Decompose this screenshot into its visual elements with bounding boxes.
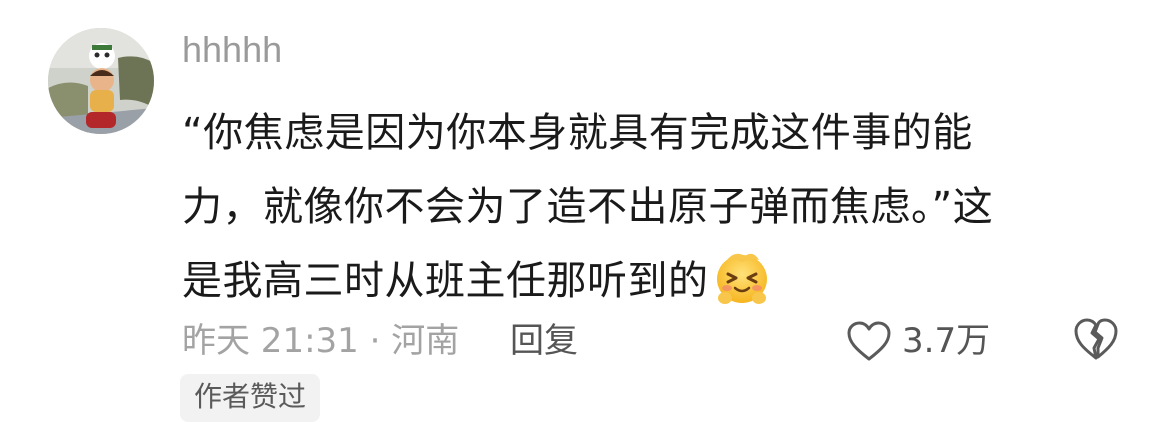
heart-icon xyxy=(847,321,891,361)
broken-heart-icon xyxy=(1074,318,1118,360)
comment-text-segment: 是我高三时从班主任那听到的 xyxy=(182,258,709,304)
reply-button[interactable]: 回复 xyxy=(510,318,578,364)
comment-meta: 昨天 21:31 · 河南 回复 3.7万 xyxy=(182,318,1122,364)
avatar[interactable] xyxy=(48,28,154,134)
time-location: 昨天 21:31 · 河南 xyxy=(182,321,460,361)
comment-item: hhhhh “你焦虑是因为你本身就具有完成这件事的能 力，就像你不会为了造不出原… xyxy=(0,0,1170,422)
author-liked-badge: 作者赞过 xyxy=(180,374,321,422)
username[interactable]: hhhhh xyxy=(182,28,282,72)
comment-text: “你焦虑是因为你本身就具有完成这件事的能 力，就像你不会为了造不出原子弹而焦虑。… xyxy=(182,96,1102,318)
comment-text-line: “你焦虑是因为你本身就具有完成这件事的能 xyxy=(182,110,973,156)
comment-text-line: 是我高三时从班主任那听到的 xyxy=(182,244,1102,318)
grinning-squinting-face-emoji-icon xyxy=(713,248,771,306)
dislike-button[interactable] xyxy=(1072,316,1120,366)
comment-text-line: 力，就像你不会为了造不出原子弹而焦虑。”这 xyxy=(182,184,994,230)
avatar-image xyxy=(48,28,154,134)
like-button[interactable]: 3.7万 xyxy=(846,316,990,366)
like-count: 3.7万 xyxy=(902,321,991,361)
